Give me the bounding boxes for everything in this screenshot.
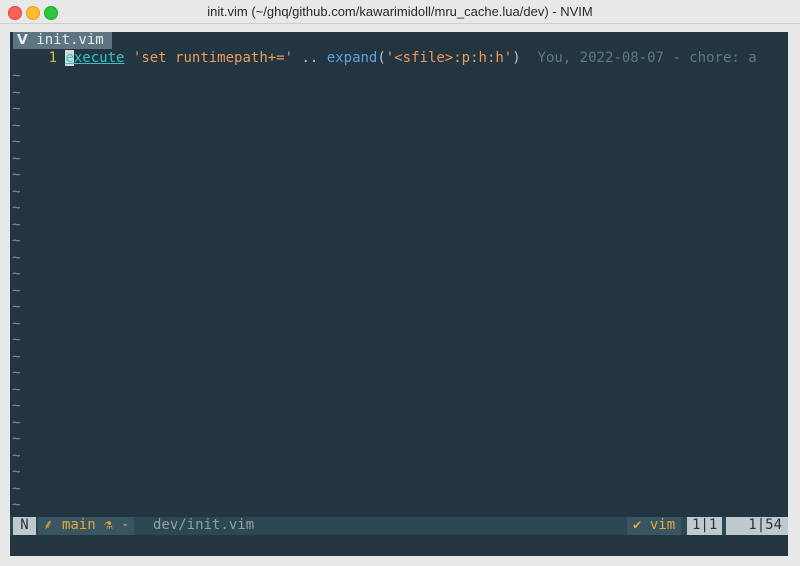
- tilde: ~: [12, 497, 21, 513]
- string-argument: '<sfile>:p:h:h': [385, 50, 513, 66]
- tilde: ~: [12, 299, 21, 315]
- keyword-execute: xecute: [73, 50, 125, 66]
- title-bar: init.vim (~/ghq/github.com/kawarimidoll/…: [0, 0, 800, 24]
- diff-marker: -: [120, 517, 130, 533]
- tilde: ~: [12, 68, 21, 84]
- tilde: ~: [12, 150, 21, 167]
- mode-indicator: N: [13, 517, 36, 535]
- file-path: dev/init.vim: [153, 517, 255, 533]
- tilde: ~: [12, 315, 21, 332]
- tilde: ~: [12, 431, 21, 447]
- tilde: ~: [12, 480, 21, 497]
- tilde: ~: [12, 414, 21, 431]
- paren-close: ): [512, 50, 521, 66]
- tilde: ~: [12, 183, 21, 200]
- tilde: ~: [12, 464, 21, 480]
- function-call: expand: [326, 50, 378, 66]
- tilde: ~: [12, 365, 21, 381]
- command-line[interactable]: [10, 535, 788, 556]
- tilde: ~: [12, 282, 21, 299]
- tilde: ~: [12, 84, 21, 101]
- app-window: init.vim (~/ghq/github.com/kawarimidoll/…: [0, 0, 800, 566]
- tilde: ~: [12, 266, 21, 282]
- terminal-area[interactable]: 𝗩 init.vim 1 execute 'set runtimepath+='…: [10, 32, 788, 556]
- git-branch-segment: ⸙ main ⚗ -: [38, 517, 135, 535]
- vim-icon: 𝗩: [17, 32, 28, 48]
- tilde: ~: [12, 101, 21, 117]
- file-progress: 1|54: [726, 517, 788, 535]
- tilde: ~: [12, 249, 21, 266]
- flask-icon: ⚗: [104, 517, 113, 533]
- tilde: ~: [12, 398, 21, 414]
- cursor: e: [65, 50, 74, 66]
- concat-operator: ..: [301, 50, 319, 66]
- tilde: ~: [12, 447, 21, 464]
- tilde: ~: [12, 332, 21, 348]
- git-blame-text: You, 2022-08-07 - chore: a: [537, 50, 757, 66]
- window-title: init.vim (~/ghq/github.com/kawarimidoll/…: [207, 4, 593, 19]
- filetype-segment: ✔ vim: [627, 517, 682, 535]
- filetype-label: vim: [649, 517, 676, 533]
- tilde: ~: [12, 216, 21, 233]
- git-branch-icon: ⸙: [43, 517, 54, 533]
- vim-icon: ✔: [633, 517, 642, 533]
- tilde: ~: [12, 167, 21, 183]
- tilde: ~: [12, 117, 21, 134]
- paren-open: (: [377, 50, 386, 66]
- line-number: 1: [48, 50, 57, 66]
- statusline: N ⸙ main ⚗ - dev/init.vim ✔ vim 1|1 1|54: [10, 517, 788, 535]
- code-line-1[interactable]: 1 execute 'set runtimepath+=' .. expand(…: [10, 50, 788, 67]
- tilde: ~: [12, 381, 21, 398]
- tilde: ~: [12, 200, 21, 216]
- empty-line-markers: ~ ~ ~ ~ ~ ~ ~ ~ ~ ~ ~ ~ ~ ~ ~ ~ ~ ~ ~ ~ …: [12, 68, 20, 514]
- tilde: ~: [12, 233, 21, 249]
- cursor-position: 1|1: [687, 517, 723, 535]
- tab-label: init.vim: [36, 32, 104, 48]
- tabline: 𝗩 init.vim: [10, 32, 788, 49]
- tilde: ~: [12, 348, 21, 365]
- tab-init-vim[interactable]: 𝗩 init.vim: [13, 32, 112, 49]
- string-literal: 'set runtimepath+=': [132, 50, 294, 66]
- branch-name: main: [61, 517, 96, 533]
- tilde: ~: [12, 134, 21, 150]
